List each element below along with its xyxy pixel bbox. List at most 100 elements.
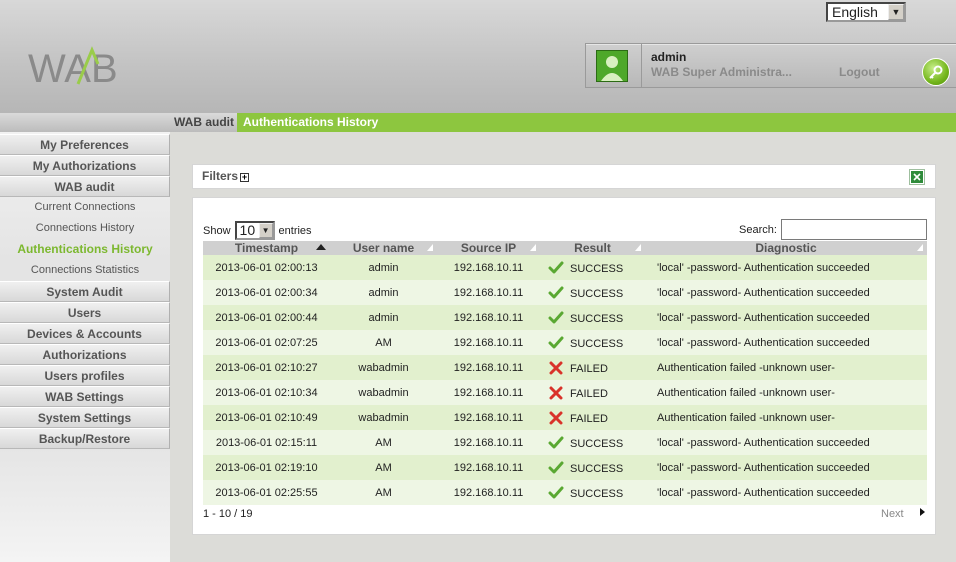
cell-user: wabadmin [330, 405, 437, 430]
sidebar-item-current-connections[interactable]: Current Connections [0, 197, 170, 218]
table-row[interactable]: 2013-06-01 02:25:55 AM 192.168.10.11 SUCCES… [203, 480, 927, 505]
next-arrow-icon[interactable] [920, 508, 925, 516]
cell-result: SUCCESS [540, 255, 645, 280]
entries-select[interactable]: 10 ▼ [234, 221, 275, 240]
sidebar-item-system-settings[interactable]: System Settings [0, 407, 170, 428]
sidebar-item-my-authorizations[interactable]: My Authorizations [0, 155, 170, 176]
sidebar-item-authentications-history[interactable]: Authentications History [0, 239, 170, 260]
header: WAB English ▼ admin WAB Super Administra… [0, 0, 956, 113]
table-row[interactable]: 2013-06-01 02:00:13 admin 192.168.10.11 SUC… [203, 255, 927, 280]
cell-ip: 192.168.10.11 [437, 405, 540, 430]
table-row[interactable]: 2013-06-01 02:10:27 wabadmin 192.168.10.11… [203, 355, 927, 380]
sidebar-item-wab-settings[interactable]: WAB Settings [0, 386, 170, 407]
sidebar-item-connections-history[interactable]: Connections History [0, 218, 170, 239]
search-input[interactable] [780, 219, 927, 240]
sidebar-item-backup-restore[interactable]: Backup/Restore [0, 428, 170, 449]
cell-diagnostic: 'local' -password- Authentication succee… [645, 480, 927, 505]
cell-diagnostic: 'local' -password- Authentication succee… [645, 280, 927, 305]
logout-link[interactable]: Logout [839, 65, 880, 79]
sidebar-item-users[interactable]: Users [0, 302, 170, 323]
cell-result: SUCCESS [540, 480, 645, 505]
column-header-diagnostic[interactable]: Diagnostic [645, 241, 927, 255]
key-icon[interactable] [922, 58, 950, 86]
table-row[interactable]: 2013-06-01 02:15:11 AM 192.168.10.11 SUCCES… [203, 430, 927, 455]
cell-diagnostic: Authentication failed -unknown user- [645, 405, 927, 430]
cell-diagnostic: 'local' -password- Authentication succee… [645, 255, 927, 280]
cell-result: FAILED [540, 355, 645, 380]
sidebar-item-users-profiles[interactable]: Users profiles [0, 365, 170, 386]
column-header-timestamp[interactable]: Timestamp [203, 241, 330, 255]
cell-user: wabadmin [330, 355, 437, 380]
check-icon [548, 436, 564, 450]
cell-timestamp: 2013-06-01 02:10:49 [203, 405, 330, 430]
cross-icon [548, 386, 564, 400]
next-page-link[interactable]: Next [881, 508, 904, 520]
cell-result: FAILED [540, 380, 645, 405]
cell-timestamp: 2013-06-01 02:00:13 [203, 255, 330, 280]
pagination-info: 1 - 10 / 19 [203, 508, 253, 520]
sort-arrow-icon [316, 244, 326, 250]
column-header-user-name[interactable]: User name [330, 241, 437, 255]
cell-ip: 192.168.10.11 [437, 455, 540, 480]
cell-diagnostic: Authentication failed -unknown user- [645, 380, 927, 405]
sidebar-item-wab-audit[interactable]: WAB audit [0, 176, 170, 197]
filters-panel: Filters + [192, 164, 936, 189]
check-icon [548, 461, 564, 475]
sidebar-item-authorizations[interactable]: Authorizations [0, 344, 170, 365]
dropdown-arrow-icon: ▼ [888, 4, 904, 20]
sidebar-item-connections-statistics[interactable]: Connections Statistics [0, 260, 170, 281]
auth-history-table: Timestamp User name Source IP Result Diagnos… [203, 241, 927, 505]
cell-user: AM [330, 455, 437, 480]
cell-user: admin [330, 255, 437, 280]
cell-user: admin [330, 280, 437, 305]
cell-timestamp: 2013-06-01 02:10:27 [203, 355, 330, 380]
cell-result: SUCCESS [540, 305, 645, 330]
cell-ip: 192.168.10.11 [437, 355, 540, 380]
sidebar-item-devices-accounts[interactable]: Devices & Accounts [0, 323, 170, 344]
entries-control: Show 10 ▼ entries [203, 221, 312, 240]
table-row[interactable]: 2013-06-01 02:00:34 admin 192.168.10.11 SUC… [203, 280, 927, 305]
cell-ip: 192.168.10.11 [437, 280, 540, 305]
breadcrumb: WAB audit Authentications History [0, 113, 956, 132]
sidebar: My Preferences My Authorizations WAB audit… [0, 132, 170, 562]
cell-diagnostic: 'local' -password- Authentication succee… [645, 305, 927, 330]
user-name: admin [651, 50, 687, 64]
breadcrumb-page: Authentications History [243, 115, 379, 129]
table-row[interactable]: 2013-06-01 02:00:44 admin 192.168.10.11 SUC… [203, 305, 927, 330]
cell-timestamp: 2013-06-01 02:07:25 [203, 330, 330, 355]
cell-diagnostic: Authentication failed -unknown user- [645, 355, 927, 380]
user-role: WAB Super Administra... [651, 65, 792, 79]
cell-result: SUCCESS [540, 430, 645, 455]
cell-timestamp: 2013-06-01 02:10:34 [203, 380, 330, 405]
language-select[interactable]: English ▼ [826, 2, 906, 22]
column-header-source-ip[interactable]: Source IP [437, 241, 540, 255]
sort-arrow-icon [427, 244, 433, 251]
cell-user: AM [330, 330, 437, 355]
cell-result: SUCCESS [540, 455, 645, 480]
cell-result: SUCCESS [540, 330, 645, 355]
cell-result: SUCCESS [540, 280, 645, 305]
language-value: English [832, 4, 878, 20]
check-icon [548, 486, 564, 500]
cross-icon [548, 361, 564, 375]
table-row[interactable]: 2013-06-01 02:07:25 AM 192.168.10.11 SUCCES… [203, 330, 927, 355]
table-row[interactable]: 2013-06-01 02:19:10 AM 192.168.10.11 SUCCES… [203, 455, 927, 480]
cell-diagnostic: 'local' -password- Authentication succee… [645, 455, 927, 480]
table-row[interactable]: 2013-06-01 02:10:34 wabadmin 192.168.10.11… [203, 380, 927, 405]
table-panel: Show 10 ▼ entries Search: Timestamp User … [192, 197, 936, 535]
cross-icon [548, 411, 564, 425]
sidebar-item-system-audit[interactable]: System Audit [0, 281, 170, 302]
cell-result: FAILED [540, 405, 645, 430]
cell-user: admin [330, 305, 437, 330]
excel-export-icon[interactable] [909, 169, 925, 185]
wab-logo: WAB [28, 46, 118, 88]
breadcrumb-section[interactable]: WAB audit [174, 115, 234, 129]
check-icon [548, 286, 564, 300]
column-header-result[interactable]: Result [540, 241, 645, 255]
filters-toggle[interactable]: Filters + [202, 169, 250, 183]
table-row[interactable]: 2013-06-01 02:10:49 wabadmin 192.168.10.11… [203, 405, 927, 430]
cell-user: AM [330, 430, 437, 455]
cell-ip: 192.168.10.11 [437, 380, 540, 405]
search-label: Search: [739, 223, 777, 236]
sidebar-item-my-preferences[interactable]: My Preferences [0, 134, 170, 155]
